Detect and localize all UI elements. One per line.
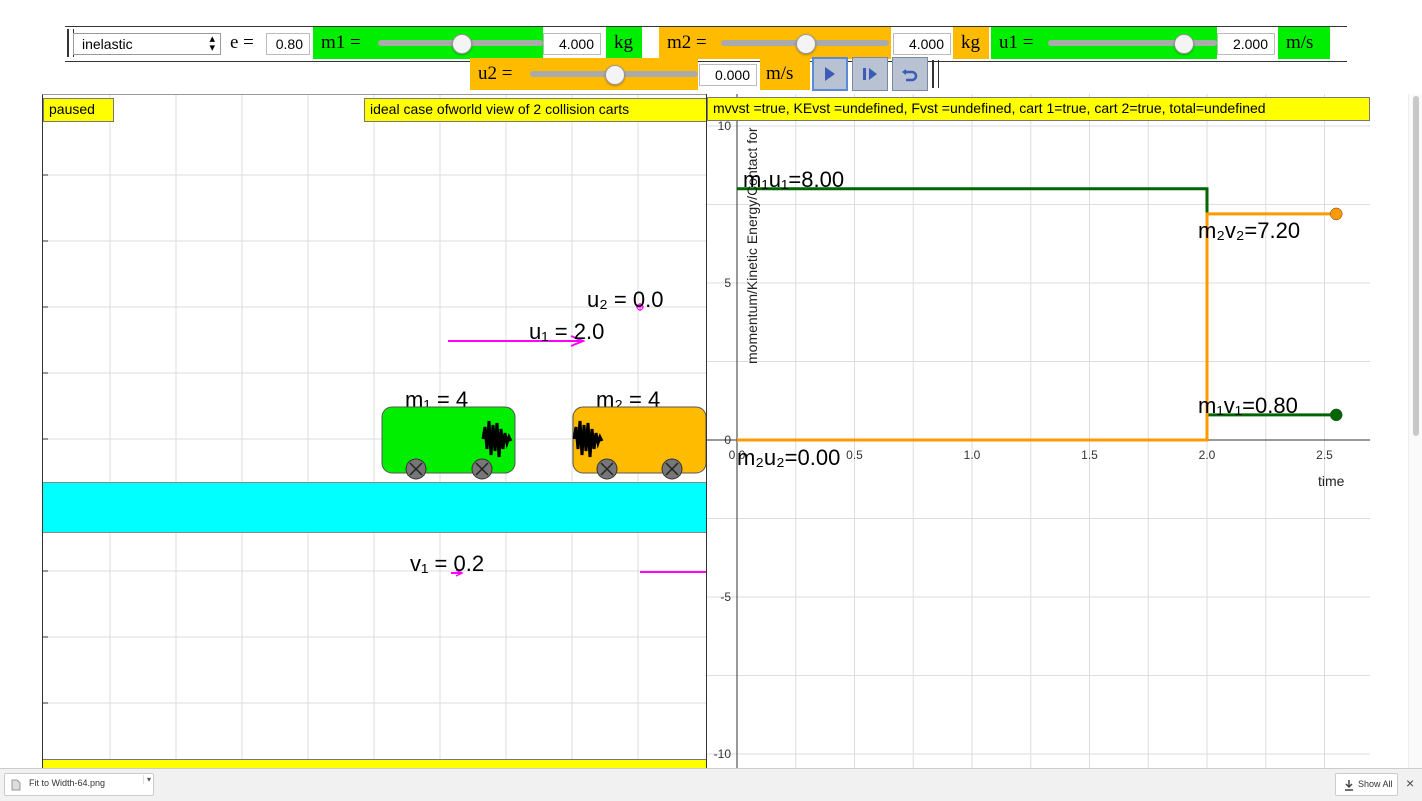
graph-canvas: 1050-5-100.0 0.5 1.0 1.5 2.0 2.5 [707, 94, 1370, 768]
u2-unit: m/s [766, 63, 794, 84]
play-icon [825, 67, 835, 81]
m1u1-annotation: m₁u₁=8.00 [743, 167, 845, 192]
x-tick-label: 2.0 [1199, 448, 1216, 462]
graph-view[interactable]: 10 5 0 -5 -10 0.0 0.5 1.0 1.5 2.0 2.5 mvvst =true,… [706, 94, 1370, 768]
graph-status-line: mvvst =true, KEvst =undefined, Fvst =und… [707, 97, 1370, 121]
u1-unit-box: m/s [1278, 27, 1330, 59]
m2-unit-box: kg [953, 27, 989, 59]
bar-end-handle [932, 60, 939, 88]
y-tick-label: 0 [724, 433, 731, 447]
graph-xlabel: time [1318, 473, 1345, 489]
u2-label: u2 = [478, 63, 513, 84]
download-item[interactable]: Fit to Width-64.png ▾ [4, 773, 154, 796]
graph-ylabel: momentum/Kinetic Energy/Contact for [744, 127, 760, 364]
m1-control: m1 = [313, 27, 543, 59]
u1-input[interactable]: 2.000 [1217, 33, 1275, 55]
u2-unit-box: m/s [760, 58, 810, 90]
m1-unit: kg [614, 32, 633, 53]
m1-input[interactable]: 4.000 [543, 33, 601, 55]
download-icon [1345, 780, 1353, 791]
u1-control: u1 = [991, 27, 1217, 59]
m2-slider-knob[interactable] [796, 34, 816, 54]
show-all-button[interactable]: Show All [1335, 773, 1398, 796]
y-tick-label: -10 [714, 747, 732, 761]
u2-velocity-label: u₂ = 0.0 [587, 287, 664, 312]
x-tick-label: 1.5 [1081, 448, 1098, 462]
u1-velocity-label: u₁ = 2.0 [529, 319, 605, 344]
control-bar-row-2: u2 = 0.000 m/s [470, 57, 940, 92]
x-tick-label: 2.5 [1316, 448, 1333, 462]
reset-icon [902, 69, 918, 82]
u1-unit: m/s [1286, 32, 1314, 53]
download-menu-icon[interactable]: ▾ [143, 775, 157, 784]
u2-input[interactable]: 0.000 [699, 64, 757, 86]
x-tick-label: 0.5 [846, 448, 863, 462]
scrollbar-thumb[interactable] [1413, 96, 1419, 436]
select-arrows-icon: ▴ ▾ [209, 33, 215, 54]
u2-control: u2 = [470, 58, 698, 90]
series-end-point-1 [1330, 408, 1343, 422]
y-tick-label: 10 [718, 119, 732, 133]
e-label: e = [230, 32, 254, 53]
m1-label: m1 = [321, 32, 361, 53]
download-bar: Fit to Width-64.png ▾ Show All × [0, 768, 1422, 801]
reset-button[interactable] [892, 57, 928, 91]
step-button[interactable] [852, 57, 888, 91]
m1-unit-box: kg [606, 27, 642, 59]
m2-input[interactable]: 4.000 [893, 33, 951, 55]
collision-type-value: inelastic [82, 36, 133, 52]
control-bar: inelastic ▴ ▾ e = 0.80 m1 = 4.000 kg m2 =… [65, 26, 1347, 62]
e-input[interactable]: 0.80 [266, 33, 310, 55]
y-tick-label: 5 [724, 276, 731, 290]
m2-label: m2 = [667, 32, 707, 53]
cart-1[interactable] [379, 405, 519, 485]
u1-slider-knob[interactable] [1174, 34, 1195, 54]
m2u2-annotation: m₂u₂=0.00 [737, 445, 841, 470]
x-tick-label: 1.0 [964, 448, 981, 462]
y-tick-label: -5 [720, 590, 731, 604]
collision-type-select[interactable]: inelastic ▴ ▾ [73, 33, 221, 55]
u1-label: u1 = [999, 32, 1034, 53]
series-end-point-2 [1330, 207, 1343, 221]
cart-2[interactable] [571, 405, 707, 485]
v1-velocity-label: v₁ = 0.2 [410, 551, 485, 576]
m2-unit: kg [961, 32, 980, 53]
play-button[interactable] [812, 57, 848, 91]
m2v2-annotation: m₂v₂=7.20 [1198, 218, 1301, 243]
step-icon [863, 68, 877, 80]
close-icon[interactable]: × [1406, 775, 1414, 791]
page-scrollbar[interactable] [1408, 94, 1422, 768]
world-view[interactable]: paused ideal case ofworld view of 2 coll… [42, 94, 707, 769]
u2-slider-knob[interactable] [605, 65, 625, 85]
m1v1-annotation: m₁v₁=0.80 [1198, 393, 1298, 418]
download-filename: Fit to Width-64.png [29, 778, 106, 788]
show-all-label: Show All [1358, 779, 1393, 789]
m2-control: m2 = [659, 27, 891, 59]
file-icon [11, 779, 21, 791]
m1-slider-knob[interactable] [451, 34, 472, 54]
